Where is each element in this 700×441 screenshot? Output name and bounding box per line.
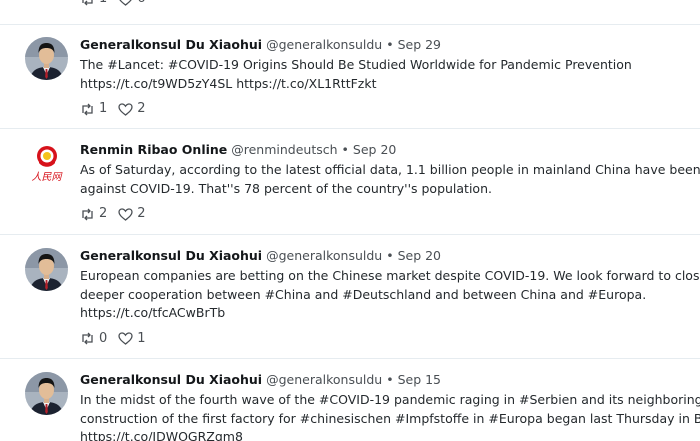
- heart-icon: [118, 102, 133, 116]
- tweet-text: As of Saturday, according to the latest …: [80, 161, 700, 198]
- tweet-date[interactable]: Sep 15: [398, 372, 441, 387]
- retweet-count: 1: [99, 101, 108, 116]
- tweet-body: Generalkonsul Du Xiaohui @generalkonsuld…: [80, 36, 700, 117]
- separator-dot: •: [386, 248, 394, 263]
- retweet-count: 2: [99, 206, 108, 221]
- tweet-text-line: deeper cooperation between #China and #D…: [80, 286, 647, 302]
- tweet-text-line: As of Saturday, according to the latest …: [80, 162, 700, 177]
- tweet-actions: 2 2: [80, 206, 700, 222]
- tweet-text-line: In the midst of the fourth wave of the #…: [80, 392, 700, 407]
- tweet-text: The #Lancet: #COVID-19 Origins Should Be…: [80, 56, 700, 93]
- tweet-header: Generalkonsul Du Xiaohui @generalkonsuld…: [80, 371, 700, 388]
- retweet-button[interactable]: 1: [80, 101, 107, 117]
- avatar[interactable]: [25, 37, 68, 80]
- tweet-body: Renmin Ribao Online @renmindeutsch • Sep…: [80, 141, 700, 222]
- retweet-count: 0: [99, 330, 108, 346]
- tweet-text: In the midst of the fourth wave of the #…: [80, 391, 700, 441]
- heart-icon: [118, 332, 133, 345]
- tweet-body: Generalkonsul Du Xiaohui @generalkonsuld…: [80, 247, 700, 347]
- author-handle[interactable]: @generalkonsuldu: [266, 248, 382, 263]
- profile-portrait-icon: [25, 372, 68, 415]
- logo-text: 人民网: [32, 171, 64, 183]
- heart-icon: [118, 207, 133, 221]
- tweet-text-line[interactable]: https://t.co/t9WD5zY4SL https://t.co/XL1…: [80, 75, 700, 94]
- retweet-button[interactable]: 0: [80, 331, 107, 347]
- tweet-body: Generalkonsul Du Xiaohui @generalkonsuld…: [80, 371, 700, 441]
- tweet-feed: 1 6 General: [0, 0, 700, 441]
- profile-portrait-icon: [25, 248, 68, 291]
- avatar[interactable]: 人民网: [25, 142, 68, 185]
- tweet[interactable]: Generalkonsul Du Xiaohui @generalkonsuld…: [0, 360, 700, 441]
- author-name[interactable]: Renmin Ribao Online: [80, 142, 227, 157]
- tweet[interactable]: 人民网 Renmin Ribao Online @renmindeutsch •…: [0, 130, 700, 235]
- tweet-text-line: European companies are betting on the Ch…: [80, 268, 700, 283]
- separator-dot: •: [341, 142, 349, 157]
- like-count: 1: [137, 330, 146, 346]
- like-count: 6: [137, 0, 145, 7]
- tweet-text: European companies are betting on the Ch…: [80, 267, 700, 323]
- author-handle[interactable]: @generalkonsuldu: [266, 37, 382, 52]
- retweet-icon: [82, 103, 93, 115]
- author-handle[interactable]: @renmindeutsch: [231, 142, 337, 157]
- tweet-date[interactable]: Sep 29: [398, 37, 441, 52]
- previous-tweet-stub: 1 6: [0, 0, 700, 25]
- like-count: 2: [137, 101, 146, 116]
- author-name[interactable]: Generalkonsul Du Xiaohui: [80, 248, 262, 263]
- like-button[interactable]: 6: [118, 0, 146, 7]
- tweet-header: Generalkonsul Du Xiaohui @generalkonsuld…: [80, 247, 700, 264]
- tweet[interactable]: Generalkonsul Du Xiaohui @generalkonsuld…: [0, 25, 700, 129]
- like-button[interactable]: 2: [118, 101, 146, 117]
- tweet-text-line: The #Lancet: #COVID-19 Origins Should Be…: [80, 57, 632, 72]
- retweet-icon: [82, 332, 93, 345]
- tweet[interactable]: Generalkonsul Du Xiaohui @generalkonsuld…: [0, 236, 700, 359]
- separator-dot: •: [386, 372, 394, 387]
- tweet-actions: 1 2: [80, 101, 700, 117]
- author-name[interactable]: Generalkonsul Du Xiaohui: [80, 372, 262, 387]
- heart-icon: [119, 0, 132, 6]
- avatar[interactable]: [25, 372, 68, 415]
- tweet-text-line: construction of the first factory for #c…: [80, 410, 700, 426]
- tweet-link[interactable]: https://t.co/IDWOGRZqm8: [80, 428, 700, 441]
- tweet-date[interactable]: Sep 20: [398, 248, 441, 263]
- tweet-date[interactable]: Sep 20: [353, 142, 396, 157]
- retweet-button[interactable]: 1: [80, 0, 107, 7]
- separator-dot: •: [386, 37, 394, 52]
- renmin-logo-icon: 人民网: [32, 146, 64, 183]
- like-button[interactable]: 1: [118, 330, 146, 347]
- profile-portrait-icon: [25, 37, 68, 80]
- like-count: 2: [137, 206, 146, 221]
- author-name[interactable]: Generalkonsul Du Xiaohui: [80, 37, 262, 52]
- retweet-icon: [82, 208, 93, 220]
- tweet-link[interactable]: https://t.co/tfcACwBrTb: [80, 304, 700, 323]
- retweet-count: 1: [99, 0, 107, 7]
- retweet-button[interactable]: 2: [80, 206, 107, 222]
- author-handle[interactable]: @generalkonsuldu: [266, 372, 382, 387]
- avatar[interactable]: [25, 248, 68, 291]
- tweet-header: Generalkonsul Du Xiaohui @generalkonsuld…: [80, 36, 700, 53]
- tweet-header: Renmin Ribao Online @renmindeutsch • Sep…: [80, 141, 700, 158]
- retweet-icon: [82, 0, 93, 5]
- like-button[interactable]: 2: [118, 206, 146, 222]
- tweet-actions: 1 6: [80, 0, 157, 7]
- tweet-actions: 0 1: [80, 331, 700, 347]
- tweet-text-line: against COVID-19. That''s 78 percent of …: [80, 180, 492, 196]
